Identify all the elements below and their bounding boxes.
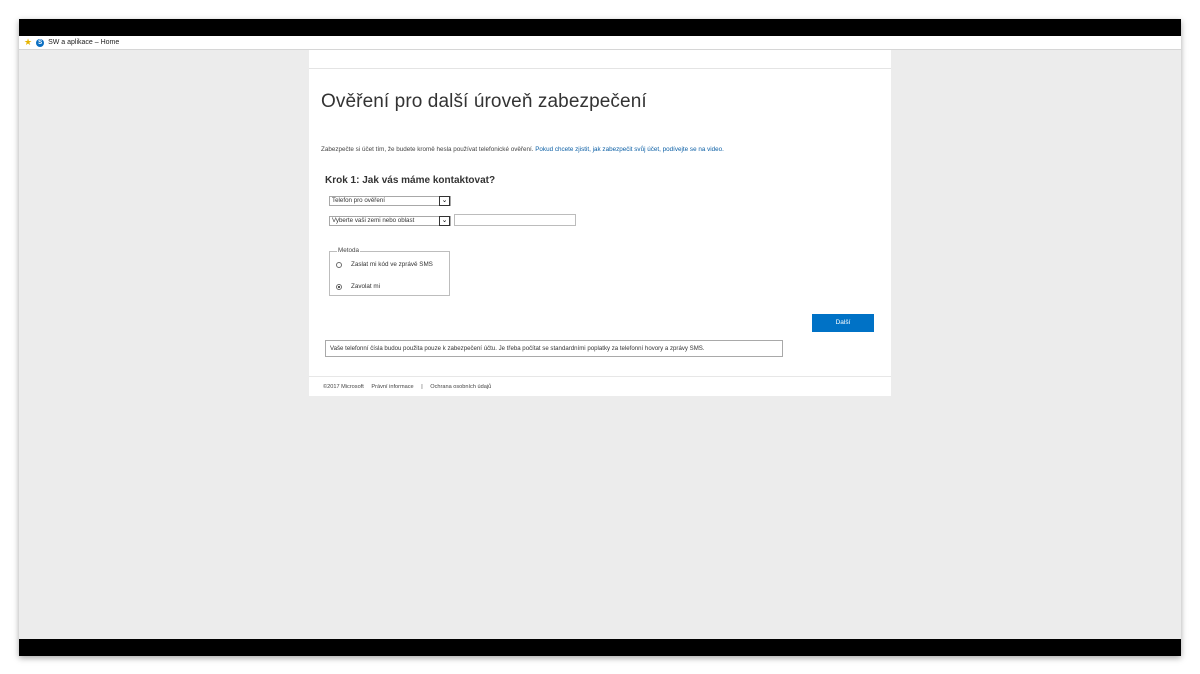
step-title: Krok 1: Jak vás máme kontaktovat? — [325, 175, 496, 186]
legal-link[interactable]: Právní informace — [371, 384, 413, 390]
privacy-link[interactable]: Ochrana osobních údajů — [430, 384, 491, 390]
phone-number-input[interactable] — [454, 214, 576, 226]
footer-separator: | — [421, 384, 423, 390]
next-button[interactable]: Další — [812, 314, 874, 332]
method-option-label: Zavolat mi — [351, 283, 381, 290]
radio-sms[interactable] — [336, 261, 342, 268]
browser-window: ★ S SW a aplikace – Home Ověření pro dal… — [19, 19, 1181, 656]
contact-method-select[interactable]: Telefon pro ověření ⌄ — [329, 196, 451, 206]
chevron-down-icon[interactable]: ⌄ — [439, 196, 450, 206]
intro-video-link[interactable]: Pokud chcete zjistit, jak zabezpečit svů… — [535, 146, 724, 153]
page-card: Ověření pro další úroveň zabezpečení Zab… — [309, 50, 891, 396]
method-option-sms[interactable]: Zaslat mi kód ve zprávě SMS — [336, 261, 433, 268]
window-top-bar — [19, 19, 1181, 36]
method-legend: Metoda — [337, 247, 361, 254]
method-option-call[interactable]: Zavolat mi — [336, 283, 380, 290]
country-select[interactable]: Vyberte vaši zemi nebo oblast ⌄ — [329, 216, 451, 226]
chevron-down-icon[interactable]: ⌄ — [439, 216, 450, 226]
favorites-star-icon[interactable]: ★ — [24, 38, 32, 47]
sharepoint-icon: S — [36, 38, 45, 47]
footer: ©2017 Microsoft Právní informace | Ochra… — [323, 384, 497, 390]
phone-usage-notice: Vaše telefonní čísla budou použita pouze… — [325, 340, 783, 357]
footer-divider — [309, 376, 891, 377]
copyright-text: ©2017 Microsoft — [323, 384, 364, 390]
favorite-link-home[interactable]: SW a aplikace – Home — [48, 39, 119, 46]
window-bottom-bar — [19, 639, 1181, 656]
method-fieldset: Metoda Zaslat mi kód ve zprávě SMS Zavol… — [329, 247, 450, 296]
favorites-bar: ★ S SW a aplikace – Home — [19, 36, 1181, 50]
contact-method-value: Telefon pro ověření — [332, 197, 385, 204]
intro-text: Zabezpečte si účet tím, že budete kromě … — [321, 146, 724, 153]
page-title: Ověření pro další úroveň zabezpečení — [321, 91, 647, 112]
header-divider — [309, 68, 891, 69]
intro-description: Zabezpečte si účet tím, že budete kromě … — [321, 146, 536, 153]
radio-call[interactable] — [336, 283, 342, 290]
country-value: Vyberte vaši zemi nebo oblast — [332, 217, 415, 224]
method-option-label: Zaslat mi kód ve zprávě SMS — [351, 261, 433, 268]
